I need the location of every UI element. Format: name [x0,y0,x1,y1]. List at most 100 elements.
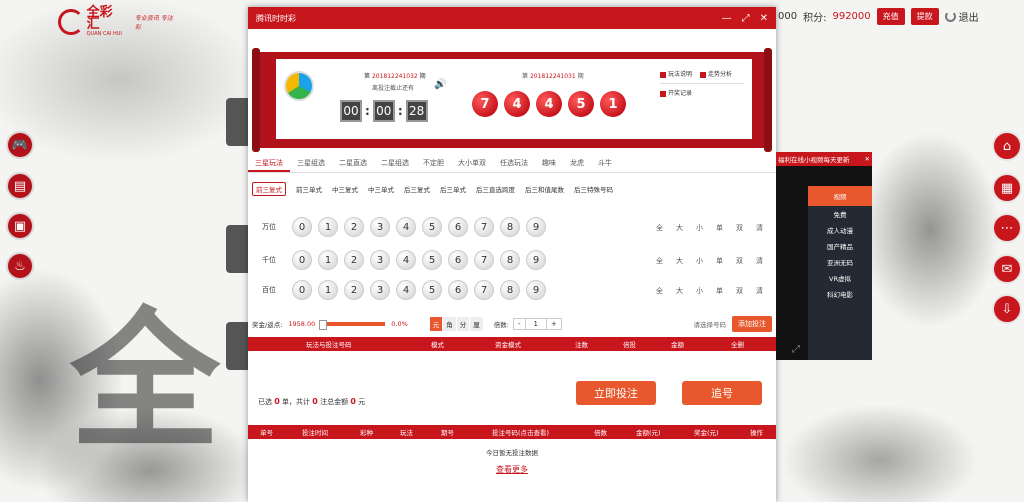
subtab-item[interactable]: 后三单式 [440,184,466,194]
digit-ball[interactable]: 7 [474,280,494,300]
withdraw-button[interactable]: 提款 [910,8,939,25]
tab-no-fixed[interactable]: 不定胆 [416,155,451,172]
digit-ball[interactable]: 8 [500,250,520,270]
digit-ball[interactable]: 7 [474,250,494,270]
video-menu-item[interactable]: 亚洲无码 [808,254,872,270]
calendar-icon[interactable]: ▦ [992,173,1022,203]
digit-ball[interactable]: 1 [318,250,338,270]
digit-ball[interactable]: 2 [344,250,364,270]
quick-select-button[interactable]: 双 [736,223,743,233]
digit-ball[interactable]: 6 [448,280,468,300]
cashier-icon[interactable]: ▤ [6,172,34,200]
subtab-item[interactable]: 后三复式 [404,184,430,194]
digit-ball[interactable]: 6 [448,217,468,237]
quick-select-button[interactable]: 清 [756,256,763,266]
slot-machine-icon[interactable]: ▣ [6,212,34,240]
unit-li[interactable]: 厘 [470,317,483,331]
rules-link[interactable]: 玩法说明 [660,69,692,78]
tab-dragon-tiger[interactable]: 龙虎 [563,155,591,172]
site-logo[interactable]: 全彩汇 QUAN CAI HUI 专业资讯 专注彩 [58,6,178,37]
video-player[interactable]: 视频 免费 成人动漫 国产精品 亚洲无码 VR虚拟 科幻电影 ⤢ [776,166,872,360]
quick-select-button[interactable]: 双 [736,286,743,296]
quick-select-button[interactable]: 全 [656,286,663,296]
speaker-icon[interactable]: 🔊 [434,79,446,90]
digit-ball[interactable]: 8 [500,280,520,300]
digit-ball[interactable]: 5 [422,280,442,300]
plus-button[interactable]: + [546,318,562,330]
home-icon[interactable]: ⌂ [992,131,1022,161]
recharge-button[interactable]: 充值 [876,8,905,25]
bet-now-button[interactable]: 立即投注 [576,381,656,405]
digit-ball[interactable]: 5 [422,217,442,237]
quick-select-button[interactable]: 单 [716,256,723,266]
mail-icon[interactable]: ✉ [992,254,1022,284]
tab-two-direct[interactable]: 二星直选 [332,155,374,172]
fire-icon[interactable]: ♨ [6,252,34,280]
view-more-link[interactable]: 查看更多 [248,464,776,475]
tab-bull[interactable]: 斗牛 [591,155,619,172]
rebate-slider[interactable] [319,320,386,330]
subtab-item[interactable]: 前三单式 [296,184,322,194]
close-icon[interactable]: ✕ [760,13,768,24]
digit-ball[interactable]: 2 [344,217,364,237]
subtab-item[interactable]: 后三特殊号码 [574,184,613,194]
add-bet-button[interactable]: 添加投注 [732,316,772,332]
video-menu-item[interactable]: 成人动漫 [808,222,872,238]
digit-ball[interactable]: 3 [370,217,390,237]
quick-select-button[interactable]: 小 [696,223,703,233]
quick-select-button[interactable]: 小 [696,256,703,266]
digit-ball[interactable]: 0 [292,217,312,237]
video-menu-item[interactable]: VR虚拟 [808,270,872,286]
subtab-item[interactable]: 中三单式 [368,184,394,194]
video-menu-item[interactable]: 免费 [808,206,872,222]
quick-select-button[interactable]: 清 [756,223,763,233]
subtab-item[interactable]: 中三复式 [332,184,358,194]
records-link[interactable]: 开奖记录 [660,88,692,97]
chase-button[interactable]: 追号 [682,381,762,405]
tab-big-small[interactable]: 大小单双 [451,155,493,172]
subtab-item[interactable]: 前三复式 [252,182,286,196]
quick-select-button[interactable]: 双 [736,256,743,266]
chat-icon[interactable]: ⋯ [992,213,1022,243]
subtab-item[interactable]: 后三和值尾数 [525,184,564,194]
digit-ball[interactable]: 1 [318,280,338,300]
unit-jiao[interactable]: 角 [443,317,456,331]
quick-select-button[interactable]: 大 [676,286,683,296]
digit-ball[interactable]: 2 [344,280,364,300]
digit-ball[interactable]: 9 [526,280,546,300]
digit-ball[interactable]: 9 [526,217,546,237]
close-icon[interactable]: ✕ [863,155,872,163]
quick-select-button[interactable]: 单 [716,223,723,233]
video-menu-item[interactable]: 科幻电影 [808,286,872,302]
quick-select-button[interactable]: 单 [716,286,723,296]
minus-button[interactable]: - [513,318,526,330]
download-icon[interactable]: ⇩ [992,294,1022,324]
unit-fen[interactable]: 分 [456,317,470,331]
logout-button[interactable]: 退出 [944,9,979,24]
tab-three-star[interactable]: 三星玩法 [248,155,290,172]
video-menu-item[interactable]: 国产精品 [808,238,872,254]
minimize-icon[interactable]: — [722,13,732,24]
digit-ball[interactable]: 3 [370,280,390,300]
quick-select-button[interactable]: 全 [656,223,663,233]
digit-ball[interactable]: 5 [422,250,442,270]
tab-three-group[interactable]: 三星组选 [290,155,332,172]
tab-fun[interactable]: 趣味 [535,155,563,172]
digit-ball[interactable]: 8 [500,217,520,237]
quick-select-button[interactable]: 大 [676,223,683,233]
digit-ball[interactable]: 7 [474,217,494,237]
delete-all-button[interactable]: 全删 [731,339,744,349]
multiplier-input[interactable]: 1 [525,318,546,330]
fullscreen-icon[interactable]: ⤢ [792,344,800,355]
quick-select-button[interactable]: 大 [676,256,683,266]
unit-yuan[interactable]: 元 [429,317,443,331]
digit-ball[interactable]: 0 [292,250,312,270]
digit-ball[interactable]: 4 [396,280,416,300]
digit-ball[interactable]: 6 [448,250,468,270]
quick-select-button[interactable]: 全 [656,256,663,266]
tab-optional[interactable]: 任选玩法 [493,155,535,172]
trend-link[interactable]: 走势分析 [700,69,732,78]
digit-ball[interactable]: 1 [318,217,338,237]
quick-select-button[interactable]: 小 [696,286,703,296]
digit-ball[interactable]: 0 [292,280,312,300]
